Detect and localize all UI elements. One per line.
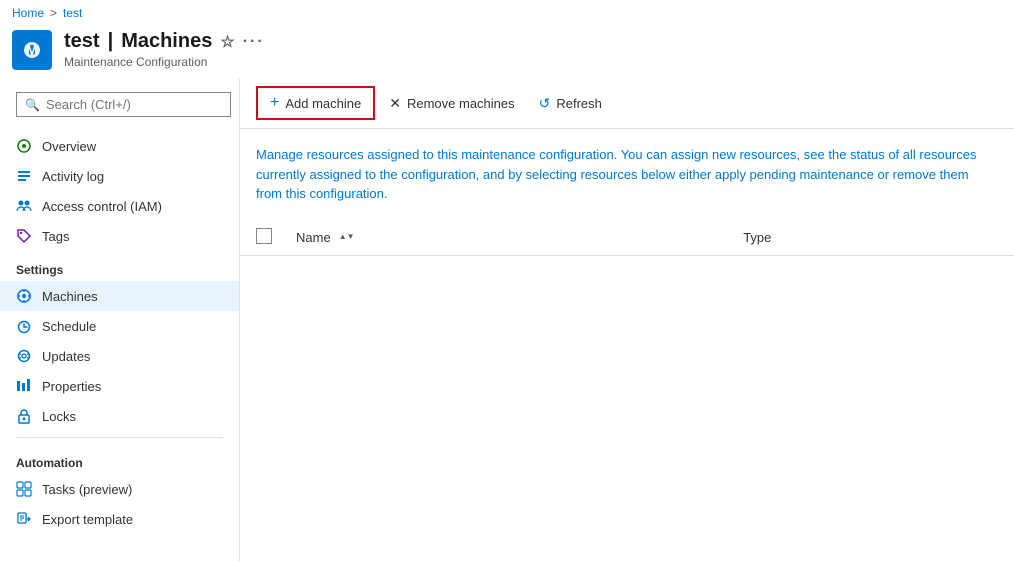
main-layout: 🔍 « Overview Activi [0, 78, 1014, 561]
automation-section-label: Automation [0, 444, 239, 474]
sidebar-item-label: Machines [42, 289, 98, 304]
sidebar-item-label: Overview [42, 139, 96, 154]
content-area: + Add machine ✕ Remove machines ↺ Refres… [240, 78, 1014, 561]
add-machine-button[interactable]: + Add machine [256, 86, 375, 120]
breadcrumb-home[interactable]: Home [12, 6, 44, 20]
breadcrumb-separator: > [50, 6, 57, 20]
page-subtitle: Maintenance Configuration [64, 55, 265, 69]
search-input[interactable] [46, 97, 222, 112]
sidebar-item-properties[interactable]: Properties [0, 371, 239, 401]
sidebar-item-label: Tags [42, 229, 69, 244]
sidebar-item-tags[interactable]: Tags [0, 221, 239, 251]
schedule-icon [16, 318, 32, 334]
sidebar-item-label: Export template [42, 512, 133, 527]
svg-text:M: M [26, 42, 38, 58]
overview-icon [16, 138, 32, 154]
refresh-icon: ↺ [539, 95, 551, 112]
page-title: test | Machines ☆ ··· [64, 30, 265, 53]
sidebar-item-machines[interactable]: Machines [0, 281, 239, 311]
sidebar-item-schedule[interactable]: Schedule [0, 311, 239, 341]
page-header: M test | Machines ☆ ··· Maintenance Conf… [0, 26, 1014, 78]
updates-icon [16, 348, 32, 364]
header-text: test | Machines ☆ ··· Maintenance Config… [64, 30, 265, 69]
breadcrumb-current[interactable]: test [63, 6, 82, 20]
search-box[interactable]: 🔍 [16, 92, 231, 117]
sidebar-item-updates[interactable]: Updates [0, 341, 239, 371]
export-icon [16, 511, 32, 527]
toolbar: + Add machine ✕ Remove machines ↺ Refres… [240, 78, 1014, 129]
type-column-header: Type [731, 220, 1014, 256]
sidebar-item-label: Tasks (preview) [42, 482, 132, 497]
sidebar-item-locks[interactable]: Locks [0, 401, 239, 431]
machines-icon [16, 288, 32, 304]
info-text: Manage resources assigned to this mainte… [240, 129, 1000, 204]
sidebar-item-activity-log[interactable]: Activity log [0, 161, 239, 191]
divider [16, 437, 223, 438]
sidebar-item-export[interactable]: Export template [0, 504, 239, 534]
more-options-icon[interactable]: ··· [243, 33, 265, 51]
remove-machines-button[interactable]: ✕ Remove machines [379, 89, 524, 118]
x-icon: ✕ [389, 95, 401, 112]
sidebar: 🔍 « Overview Activi [0, 78, 240, 561]
breadcrumb: Home > test [0, 0, 1014, 26]
activity-log-icon [16, 168, 32, 184]
machines-table: Name ▲▼ Type [240, 220, 1014, 256]
sidebar-item-label: Properties [42, 379, 101, 394]
select-all-checkbox[interactable] [256, 228, 272, 244]
sidebar-item-overview[interactable]: Overview [0, 131, 239, 161]
tags-icon [16, 228, 32, 244]
name-column-header[interactable]: Name ▲▼ [284, 220, 731, 256]
properties-icon [16, 378, 32, 394]
select-all-header [240, 220, 284, 256]
sidebar-item-tasks[interactable]: Tasks (preview) [0, 474, 239, 504]
sidebar-item-access-control[interactable]: Access control (IAM) [0, 191, 239, 221]
access-control-icon [16, 198, 32, 214]
sidebar-item-label: Locks [42, 409, 76, 424]
favorite-icon[interactable]: ☆ [220, 32, 234, 52]
sidebar-item-label: Schedule [42, 319, 96, 334]
sidebar-item-label: Activity log [42, 169, 104, 184]
tasks-icon [16, 481, 32, 497]
locks-icon [16, 408, 32, 424]
sort-icon[interactable]: ▲▼ [339, 233, 355, 241]
plus-icon: + [270, 94, 279, 112]
sidebar-item-label: Access control (IAM) [42, 199, 162, 214]
resource-icon: M [12, 30, 52, 70]
sidebar-item-label: Updates [42, 349, 90, 364]
search-icon: 🔍 [25, 98, 40, 112]
refresh-button[interactable]: ↺ Refresh [529, 89, 612, 118]
settings-section-label: Settings [0, 251, 239, 281]
